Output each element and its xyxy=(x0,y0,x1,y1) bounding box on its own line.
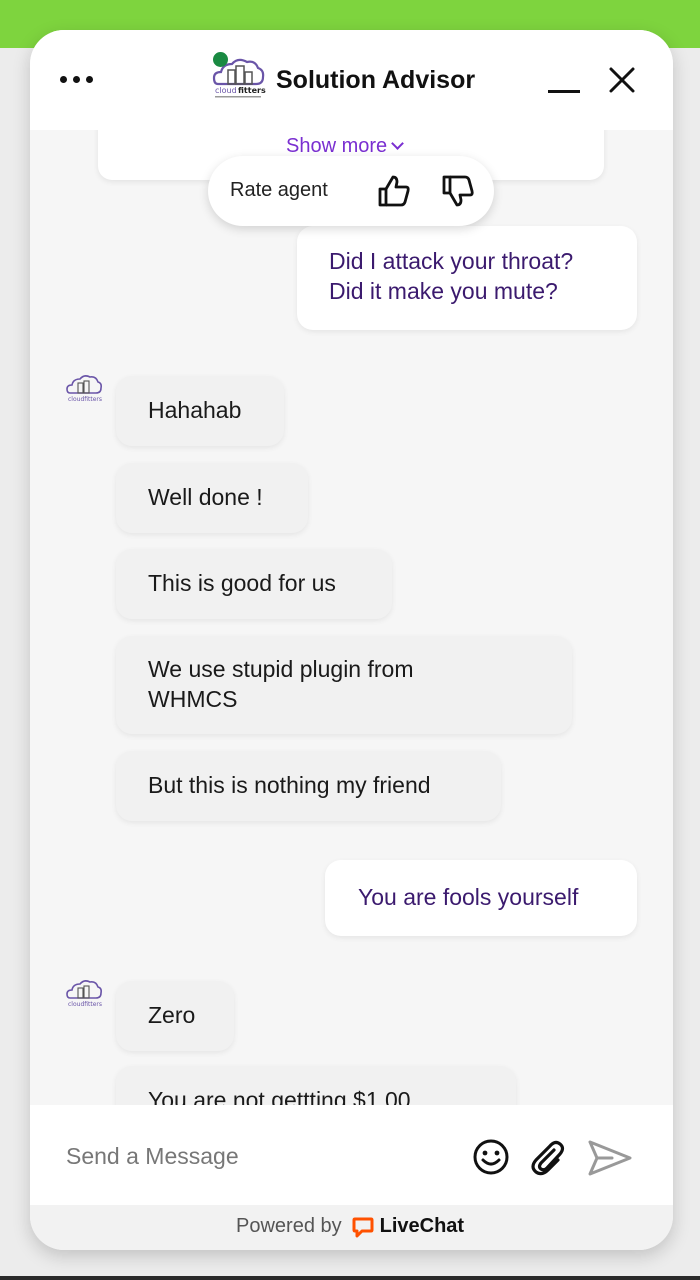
message-line: We use stupid plugin from xyxy=(148,656,414,682)
online-status-dot xyxy=(213,52,228,67)
agent-message: Hahahab xyxy=(116,376,284,446)
powered-by-row[interactable]: Powered by LiveChat xyxy=(236,1215,464,1238)
visitor-message: You are fools yourself xyxy=(325,860,637,936)
visitor-message: Did I attack your throat? Did it make yo… xyxy=(297,226,637,330)
svg-text:cloudfitters: cloudfitters xyxy=(68,1001,102,1008)
chevron-down-icon xyxy=(391,137,405,150)
powered-by-label: Powered by xyxy=(236,1215,342,1237)
rate-agent-label: Rate agent xyxy=(230,179,328,201)
message-line: Did it make you mute? xyxy=(329,278,558,304)
close-icon[interactable] xyxy=(608,66,636,94)
agent-message: This is good for us xyxy=(116,549,392,619)
show-more-link[interactable]: Show more xyxy=(286,135,405,158)
svg-text:cloudfitters: cloudfitters xyxy=(68,396,102,403)
thumbs-down-icon[interactable] xyxy=(440,173,476,209)
emoji-icon[interactable] xyxy=(472,1138,510,1176)
chat-title: Solution Advisor xyxy=(276,66,476,94)
agent-message: We use stupid plugin from WHMCS xyxy=(116,636,572,734)
powered-by-footer: Powered by LiveChat xyxy=(30,1205,673,1250)
chat-header: cloud fitters Solution Advisor xyxy=(30,30,673,130)
message-input[interactable]: Send a Message xyxy=(66,1143,239,1170)
agent-avatar-icon: cloudfitters xyxy=(66,375,102,403)
thumbs-up-icon[interactable] xyxy=(376,173,412,209)
rate-agent-pill: Rate agent xyxy=(208,156,494,226)
svg-text:fitters: fitters xyxy=(238,86,266,95)
agent-message: Well done ! xyxy=(116,463,308,533)
message-line: Did I attack your throat? xyxy=(329,248,574,274)
paperclip-icon[interactable] xyxy=(527,1137,567,1177)
minimize-icon[interactable] xyxy=(548,90,580,93)
send-icon[interactable] xyxy=(587,1139,633,1177)
show-more-label: Show more xyxy=(286,135,388,157)
bottom-edge xyxy=(0,1276,700,1280)
svg-text:cloud: cloud xyxy=(215,86,237,95)
more-dots-icon[interactable] xyxy=(60,64,104,94)
agent-avatar-icon: cloudfitters xyxy=(66,980,102,1008)
chat-widget: cloud fitters Solution Advisor Show more… xyxy=(30,30,673,1250)
message-composer: Send a Message xyxy=(30,1105,673,1205)
message-line: WHMCS xyxy=(148,686,238,712)
agent-message: Zero xyxy=(116,981,234,1051)
livechat-logo-icon xyxy=(352,1217,374,1237)
agent-message: But this is nothing my friend xyxy=(116,751,501,821)
livechat-brand-name: LiveChat xyxy=(379,1215,465,1237)
